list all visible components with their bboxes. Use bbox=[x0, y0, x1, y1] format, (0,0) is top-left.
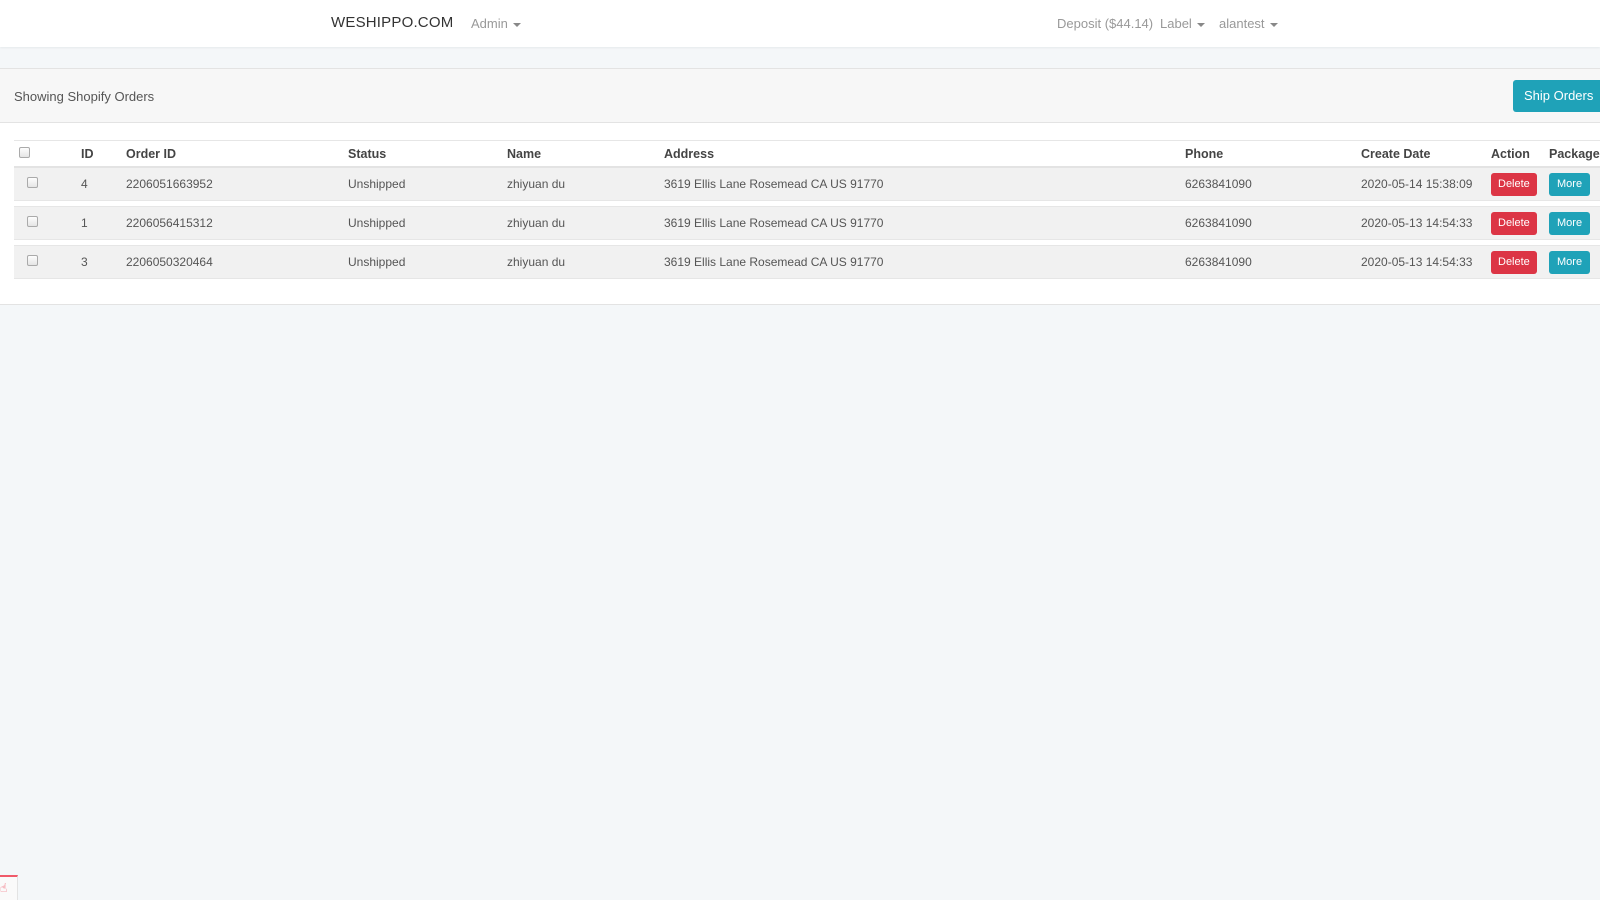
top-navbar: WESHIPPO.COM Admin Deposit ($44.14) Labe… bbox=[0, 0, 1600, 47]
column-header-phone[interactable]: Phone bbox=[1185, 140, 1361, 168]
caret-down-icon bbox=[512, 22, 521, 27]
cell-address: 3619 Ellis Lane Rosemead CA US 91770 bbox=[664, 207, 1185, 240]
cell-name: zhiyuan du bbox=[507, 246, 664, 279]
more-button[interactable]: More bbox=[1549, 250, 1591, 274]
delete-button[interactable]: Delete bbox=[1491, 211, 1537, 235]
cell-create-date: 2020-05-13 14:54:33 bbox=[1361, 207, 1491, 240]
floating-widget[interactable]: ☝ bbox=[0, 875, 18, 900]
brand-logo[interactable]: WESHIPPO.COM bbox=[331, 14, 453, 31]
cell-address: 3619 Ellis Lane Rosemead CA US 91770 bbox=[664, 168, 1185, 201]
select-all-checkbox[interactable] bbox=[19, 146, 30, 158]
more-button[interactable]: More bbox=[1549, 172, 1591, 196]
cell-address: 3619 Ellis Lane Rosemead CA US 91770 bbox=[664, 246, 1185, 279]
cell-id: 1 bbox=[81, 207, 126, 240]
delete-button[interactable]: Delete bbox=[1491, 250, 1537, 274]
panel-header: Showing Shopify Orders Ship Orders bbox=[0, 69, 1600, 123]
row-checkbox[interactable] bbox=[27, 177, 38, 188]
admin-dropdown[interactable]: Admin bbox=[471, 16, 521, 31]
cell-create-date: 2020-05-13 14:54:33 bbox=[1361, 246, 1491, 279]
label-dropdown[interactable]: Label bbox=[1160, 16, 1205, 31]
column-header-address[interactable]: Address bbox=[664, 140, 1185, 168]
table-row: 1 2206056415312 Unshipped zhiyuan du 361… bbox=[14, 207, 1600, 240]
ship-orders-button[interactable]: Ship Orders bbox=[1513, 80, 1600, 112]
more-button[interactable]: More bbox=[1549, 211, 1591, 235]
deposit-link[interactable]: Deposit ($44.14) bbox=[1057, 16, 1153, 31]
delete-button[interactable]: Delete bbox=[1491, 172, 1537, 196]
panel-title: Showing Shopify Orders bbox=[14, 89, 155, 104]
user-dropdown[interactable]: alantest bbox=[1219, 16, 1278, 31]
cell-name: zhiyuan du bbox=[507, 207, 664, 240]
table-header-row: ID Order ID Status Name Address Phone Cr… bbox=[14, 140, 1600, 168]
table-row: 3 2206050320464 Unshipped zhiyuan du 361… bbox=[14, 246, 1600, 279]
cell-phone: 6263841090 bbox=[1185, 207, 1361, 240]
cell-phone: 6263841090 bbox=[1185, 168, 1361, 201]
caret-down-icon bbox=[1269, 22, 1278, 27]
cell-create-date: 2020-05-14 15:38:09 bbox=[1361, 168, 1491, 201]
orders-table: ID Order ID Status Name Address Phone Cr… bbox=[14, 140, 1600, 279]
row-checkbox[interactable] bbox=[27, 216, 38, 227]
user-dropdown-label: alantest bbox=[1219, 16, 1265, 31]
cell-name: zhiyuan du bbox=[507, 168, 664, 201]
cell-status: Unshipped bbox=[348, 168, 507, 201]
admin-dropdown-label: Admin bbox=[471, 16, 508, 31]
cell-order-id: 2206050320464 bbox=[126, 246, 348, 279]
column-header-action: Action bbox=[1491, 140, 1549, 168]
column-header-create-date[interactable]: Create Date bbox=[1361, 140, 1491, 168]
cell-order-id: 2206056415312 bbox=[126, 207, 348, 240]
caret-down-icon bbox=[1196, 22, 1205, 27]
cell-phone: 6263841090 bbox=[1185, 246, 1361, 279]
column-header-status[interactable]: Status bbox=[348, 140, 507, 168]
cell-id: 3 bbox=[81, 246, 126, 279]
table-row: 4 2206051663952 Unshipped zhiyuan du 361… bbox=[14, 168, 1600, 201]
orders-panel: Showing Shopify Orders Ship Orders ID Or… bbox=[0, 68, 1600, 305]
cell-order-id: 2206051663952 bbox=[126, 168, 348, 201]
column-header-order-id[interactable]: Order ID bbox=[126, 140, 348, 168]
label-dropdown-label: Label bbox=[1160, 16, 1192, 31]
row-checkbox[interactable] bbox=[27, 255, 38, 266]
hand-icon: ☝ bbox=[0, 881, 8, 895]
column-header-name[interactable]: Name bbox=[507, 140, 664, 168]
column-header-id[interactable]: ID bbox=[81, 140, 126, 168]
cell-status: Unshipped bbox=[348, 246, 507, 279]
column-header-package: Package bbox=[1549, 140, 1600, 168]
cell-status: Unshipped bbox=[348, 207, 507, 240]
cell-id: 4 bbox=[81, 168, 126, 201]
